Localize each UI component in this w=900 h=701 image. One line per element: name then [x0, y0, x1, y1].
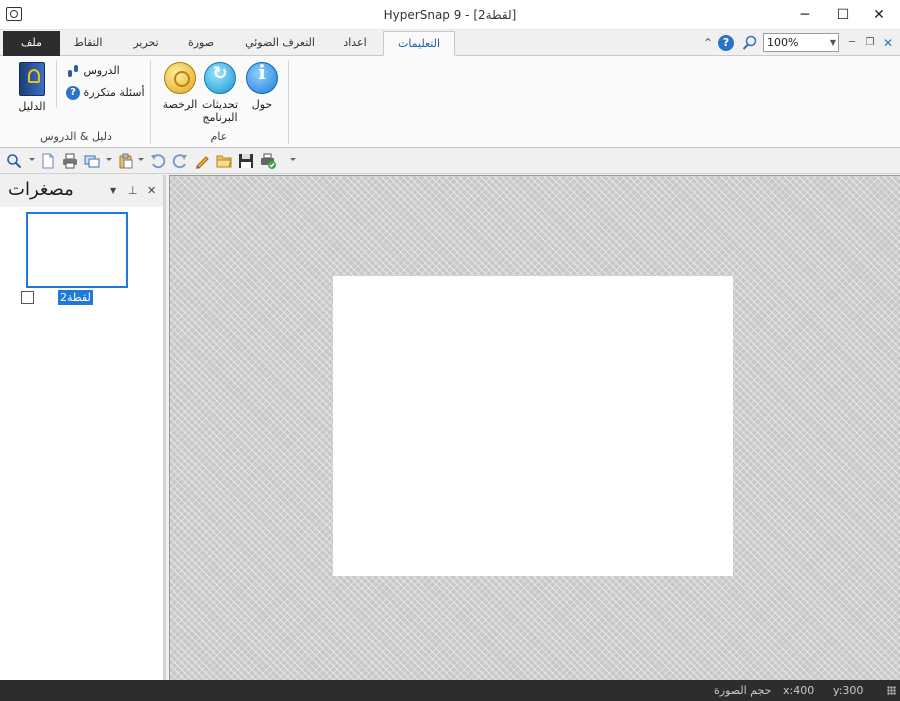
pane-close-icon[interactable]: ✕: [147, 184, 156, 197]
undo-icon[interactable]: [150, 153, 166, 169]
close-button[interactable]: ✕: [862, 0, 896, 30]
magnifier-icon[interactable]: [6, 153, 22, 169]
image-canvas[interactable]: [169, 175, 900, 680]
chevron-down-icon: ▼: [829, 38, 836, 47]
thumbnails-header: مصغرات ▼ ⊥ ✕: [0, 175, 163, 207]
tutorials-button[interactable]: الدروس: [62, 62, 120, 80]
license-button[interactable]: الرخصة: [158, 62, 202, 111]
collapse-ribbon-icon[interactable]: ⌃: [700, 35, 716, 51]
captured-image[interactable]: [333, 276, 733, 576]
ribbon-separator: [288, 60, 289, 144]
toolbar-options-icon[interactable]: [290, 158, 296, 161]
paste-icon[interactable]: [118, 153, 134, 169]
update-icon: [204, 62, 236, 94]
print-icon[interactable]: [62, 153, 78, 169]
ribbon-group-guide: الدليل الدروس ? أسئلة متكررة دليل & الدر…: [6, 56, 146, 148]
license-label: الرخصة: [162, 98, 198, 111]
maximize-button[interactable]: ☐: [826, 0, 860, 30]
copy-window-icon[interactable]: [84, 153, 100, 169]
pane-menu-icon[interactable]: ▼: [110, 186, 116, 195]
pin-icon[interactable]: ⊥: [128, 184, 138, 197]
mdi-minimize-icon[interactable]: ─: [844, 35, 860, 51]
info-icon: [246, 62, 278, 94]
thumbnail-checkbox[interactable]: [21, 291, 34, 304]
thumbnails-pane: مصغرات ▼ ⊥ ✕ لقطة2: [0, 175, 166, 680]
chevron-down-icon[interactable]: [29, 158, 35, 161]
ribbon-panel: الدليل الدروس ? أسئلة متكررة دليل & الدر…: [0, 56, 900, 148]
about-button[interactable]: حول: [244, 62, 280, 111]
faq-label: أسئلة متكررة: [83, 86, 145, 99]
image-size-label: حجم الصورة: [714, 684, 772, 697]
zoom-select[interactable]: 100% ▼: [763, 33, 839, 52]
thumbnails-title: مصغرات: [8, 179, 74, 200]
window-title: HyperSnap 9 - [لقطة2]: [383, 8, 517, 22]
ribbon-tab-bar: ملف التقاط تحرير صورة التعرف الضوئي اعدا…: [0, 30, 900, 56]
minimize-button[interactable]: ─: [788, 0, 822, 30]
group-divider: [56, 60, 57, 108]
tab-help[interactable]: التعليمات: [383, 31, 455, 56]
faq-icon: ?: [66, 86, 80, 100]
tab-settings[interactable]: اعداد: [332, 31, 378, 56]
footsteps-icon: [66, 64, 80, 78]
faq-button[interactable]: ? أسئلة متكررة: [62, 84, 145, 102]
chevron-down-icon[interactable]: [138, 158, 144, 161]
ribbon-separator: [150, 60, 151, 144]
status-bar: حجم الصورة x:400 y:300: [0, 680, 900, 701]
tab-file[interactable]: ملف: [3, 31, 60, 56]
save-icon[interactable]: [238, 153, 254, 169]
pencil-icon[interactable]: [194, 153, 210, 169]
new-icon[interactable]: [40, 153, 56, 169]
guide-label: الدليل: [18, 100, 46, 113]
help-icon[interactable]: ?: [718, 35, 734, 51]
mdi-restore-icon[interactable]: ❐: [862, 35, 878, 51]
thumbnail-label[interactable]: لقطة2: [58, 290, 93, 305]
chevron-down-icon[interactable]: [106, 158, 112, 161]
mdi-close-icon[interactable]: ✕: [880, 35, 896, 51]
tab-capture[interactable]: التقاط: [62, 31, 114, 56]
license-award-icon: [164, 62, 196, 94]
tab-ocr[interactable]: التعرف الضوئي: [232, 31, 328, 56]
ribbon-group-caption: دليل & الدروس: [40, 130, 112, 143]
quick-toolbar: [0, 149, 900, 174]
thumbnail-preview[interactable]: [26, 212, 128, 288]
printer-check-icon[interactable]: [260, 153, 276, 169]
open-folder-icon[interactable]: [216, 153, 232, 169]
ribbon-group-general: الرخصة تحديثات البرنامج حول عام: [152, 56, 286, 148]
updates-label-line2: البرنامج: [202, 111, 238, 124]
updates-button[interactable]: تحديثات البرنامج: [200, 62, 240, 124]
zoom-value: 100%: [767, 36, 799, 49]
image-height-value: y:300: [833, 684, 864, 697]
image-width-value: x:400: [783, 684, 815, 697]
updates-label-line1: تحديثات: [201, 98, 239, 111]
about-label: حول: [251, 98, 273, 111]
tab-image[interactable]: صورة: [176, 31, 226, 56]
tab-edit[interactable]: تحرير: [118, 31, 174, 56]
resize-grip-icon[interactable]: [887, 686, 896, 695]
ribbon-group-caption: عام: [210, 130, 228, 143]
book-icon: [19, 62, 45, 96]
redo-icon[interactable]: [172, 153, 188, 169]
title-bar: HyperSnap 9 - [لقطة2] ─ ☐ ✕: [0, 0, 900, 30]
guide-button[interactable]: الدليل: [12, 62, 52, 113]
zoom-icon[interactable]: [742, 35, 758, 51]
tutorials-label: الدروس: [83, 64, 120, 77]
